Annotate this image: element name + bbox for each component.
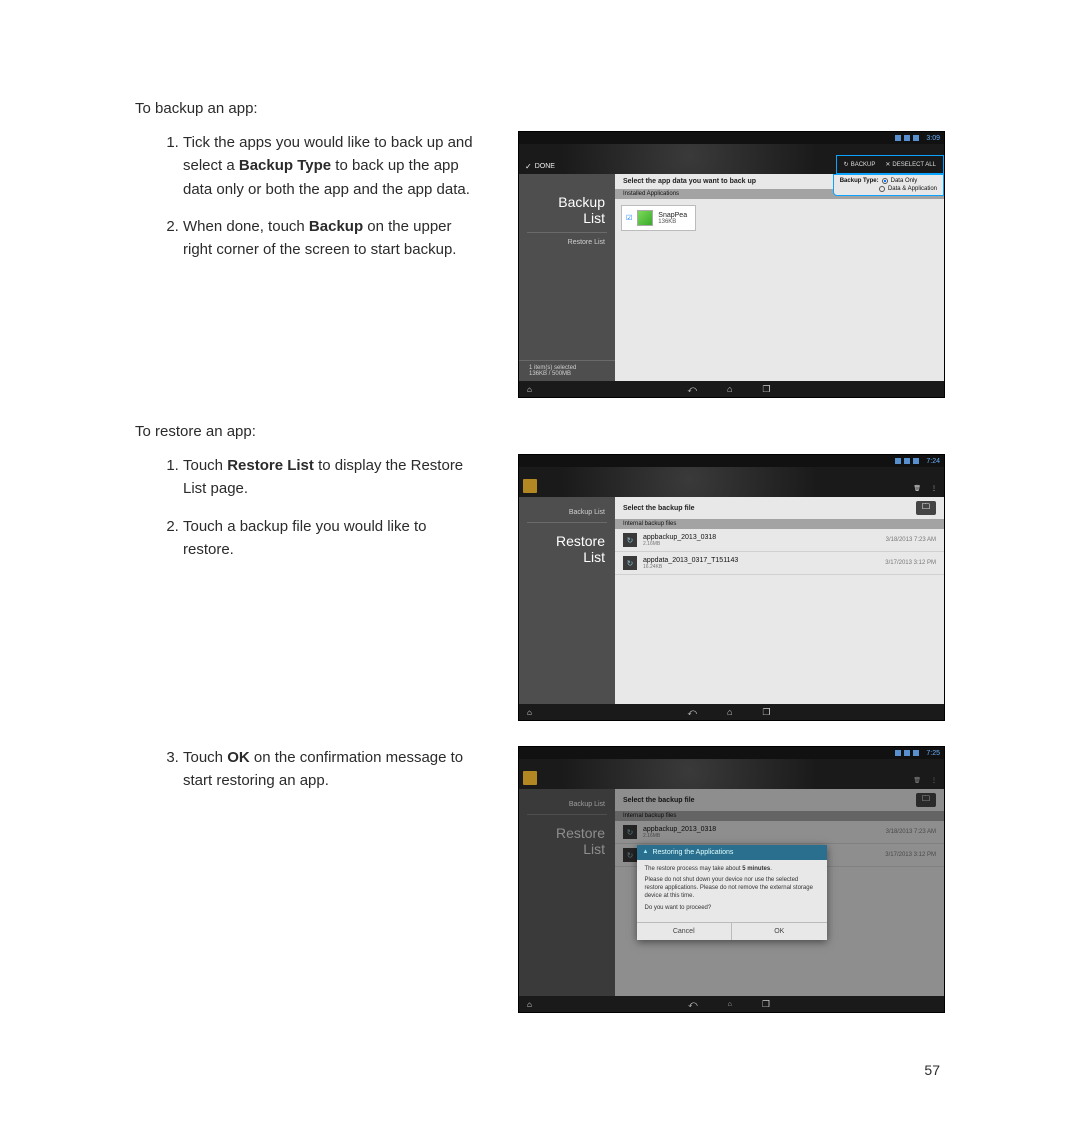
radio-data-only[interactable] xyxy=(882,178,888,184)
wifi-icon xyxy=(895,458,901,464)
file-icon xyxy=(623,533,637,547)
menu-icon[interactable]: ⋮ xyxy=(927,775,941,786)
restore-row-1: Touch Restore List to display the Restor… xyxy=(135,454,945,721)
backup-step-2: When done, touch Backup on the upper rig… xyxy=(183,215,475,262)
folder-icon[interactable] xyxy=(916,501,936,515)
manual-page: To backup an app: Tick the apps you woul… xyxy=(0,0,1080,1133)
signal-icon xyxy=(904,458,910,464)
app-name: SnapPea xyxy=(658,212,687,219)
back-icon[interactable]: ⤺ xyxy=(688,999,698,1010)
home-overlay-icon[interactable]: ⌂ xyxy=(527,1000,532,1009)
home-icon[interactable]: ⌂ xyxy=(727,384,732,394)
backup-type-label: Backup Type: Data Only xyxy=(840,178,937,184)
sidebar-link-restore[interactable]: Restore List xyxy=(519,233,615,252)
back-icon[interactable]: ⤺ xyxy=(687,707,697,718)
x-icon: ✕ xyxy=(885,161,890,168)
screenshot-restore-dialog: 7:25 🗑 ⋮ Backup List xyxy=(518,746,945,1013)
wifi-icon xyxy=(895,135,901,141)
nav-bar: ⌂ ⤺ ⌂ ❐ xyxy=(519,381,944,397)
home-icon[interactable]: ⌂ xyxy=(728,1001,732,1008)
sidebar-title[interactable]: Backup List xyxy=(519,184,615,232)
check-icon: ✓ xyxy=(525,162,532,171)
restore-heading: To restore an app: xyxy=(135,423,945,440)
wifi-icon xyxy=(895,750,901,756)
dialog-title: Restoring the Applications xyxy=(637,845,827,860)
screenshot-backup: 3:09 ✓ DONE ↻ BACKUP ✕ xyxy=(518,131,945,398)
home-icon[interactable]: ⌂ xyxy=(727,707,732,717)
app-top-bar: 🗑 ⋮ xyxy=(519,467,944,497)
backup-step-1: Tick the apps you would like to back up … xyxy=(183,131,475,201)
cancel-button[interactable]: Cancel xyxy=(637,923,732,940)
restore-steps-2: Touch OK on the confirmation message to … xyxy=(135,746,475,793)
battery-icon xyxy=(913,750,919,756)
status-time: 7:24 xyxy=(926,458,940,465)
home-overlay-icon[interactable]: ⌂ xyxy=(527,385,532,394)
app-thumb-icon xyxy=(637,210,653,226)
status-bar: 7:24 xyxy=(519,455,944,467)
content-area: Select the backup file Internal backup f… xyxy=(615,497,944,704)
ok-button[interactable]: OK xyxy=(731,923,827,940)
recent-icon[interactable]: ❐ xyxy=(762,999,770,1010)
content-area: Select the app data you want to back up … xyxy=(615,174,944,381)
backup-file-row[interactable]: appdata_2013_0317_T151143 16.24KB 3/17/2… xyxy=(615,552,944,575)
page-number: 57 xyxy=(924,1062,940,1078)
app-card[interactable]: ☑ SnapPea 136KB xyxy=(621,205,696,231)
screenshot-restore-list: 7:24 🗑 ⋮ Backup List xyxy=(518,454,945,721)
modal-overlay: Restoring the Applications The restore p… xyxy=(519,789,944,996)
restore-steps-1: Touch Restore List to display the Restor… xyxy=(135,454,475,561)
deselect-all-button[interactable]: ✕ DESELECT ALL xyxy=(881,159,940,170)
status-bar: 7:25 xyxy=(519,747,944,759)
dialog-body: The restore process may take about 5 min… xyxy=(637,860,827,923)
restore-step-2: Touch a backup file you would like to re… xyxy=(183,515,475,562)
content-header: Select the backup file xyxy=(615,497,944,519)
menu-icon[interactable]: ⋮ xyxy=(927,483,941,494)
back-icon[interactable]: ⤺ xyxy=(687,384,697,395)
dialog-buttons: Cancel OK xyxy=(637,922,827,940)
file-icon xyxy=(623,556,637,570)
app-size: 136KB xyxy=(658,219,687,225)
sidebar-link-backup[interactable]: Backup List xyxy=(519,503,615,522)
backup-row: Tick the apps you would like to back up … xyxy=(135,131,945,398)
status-bar: 3:09 xyxy=(519,132,944,144)
restore-step-1: Touch Restore List to display the Restor… xyxy=(183,454,475,501)
nav-bar: ⌂ ⤺ ⌂ ❐ xyxy=(519,704,944,720)
sidebar-title[interactable]: Restore List xyxy=(519,523,615,571)
backup-type-panel: Backup Type: Data Only Backup Type: Data… xyxy=(833,174,944,196)
nav-bar: ⌂ ⤺ ⌂ ❐ xyxy=(519,996,944,1012)
content-subheader: Internal backup files xyxy=(615,519,944,529)
battery-icon xyxy=(913,135,919,141)
battery-icon xyxy=(913,458,919,464)
signal-icon xyxy=(904,750,910,756)
radio-data-app[interactable] xyxy=(879,186,885,192)
checkbox-icon[interactable]: ☑ xyxy=(626,214,632,222)
refresh-icon: ↻ xyxy=(844,161,849,168)
confirm-dialog: Restoring the Applications The restore p… xyxy=(637,845,827,941)
backup-button[interactable]: ↻ BACKUP xyxy=(840,159,880,170)
restore-step-3: Touch OK on the confirmation message to … xyxy=(183,746,475,793)
backup-type-opt2: Backup Type: Data & Application xyxy=(840,186,937,192)
top-actions-highlight: ↻ BACKUP ✕ DESELECT ALL xyxy=(836,155,944,174)
trash-icon[interactable]: 🗑 xyxy=(909,483,925,494)
restore-row-2: Touch OK on the confirmation message to … xyxy=(135,746,945,1013)
status-time: 7:25 xyxy=(926,750,940,757)
sd-card-icon[interactable] xyxy=(523,771,537,785)
app-top-bar: 🗑 ⋮ xyxy=(519,759,944,789)
backup-heading: To backup an app: xyxy=(135,100,945,117)
recent-icon[interactable]: ❐ xyxy=(762,384,770,395)
trash-icon[interactable]: 🗑 xyxy=(909,775,925,786)
status-time: 3:09 xyxy=(926,135,940,142)
backup-file-row[interactable]: appbackup_2013_0318 2.16MB 3/18/2013 7:2… xyxy=(615,529,944,552)
home-overlay-icon[interactable]: ⌂ xyxy=(527,708,532,717)
sd-card-icon[interactable] xyxy=(523,479,537,493)
sidebar-footer: 1 item(s) selected 136KB / 500MB xyxy=(519,360,615,381)
sidebar: Backup List Restore List 1 item(s) selec… xyxy=(519,174,615,381)
recent-icon[interactable]: ❐ xyxy=(762,707,770,718)
done-button[interactable]: ✓ DONE xyxy=(519,159,561,174)
backup-steps: Tick the apps you would like to back up … xyxy=(135,131,475,261)
app-top-bar: ✓ DONE ↻ BACKUP ✕ DESELECT ALL xyxy=(519,144,944,174)
sidebar: Backup List Restore List xyxy=(519,497,615,704)
signal-icon xyxy=(904,135,910,141)
